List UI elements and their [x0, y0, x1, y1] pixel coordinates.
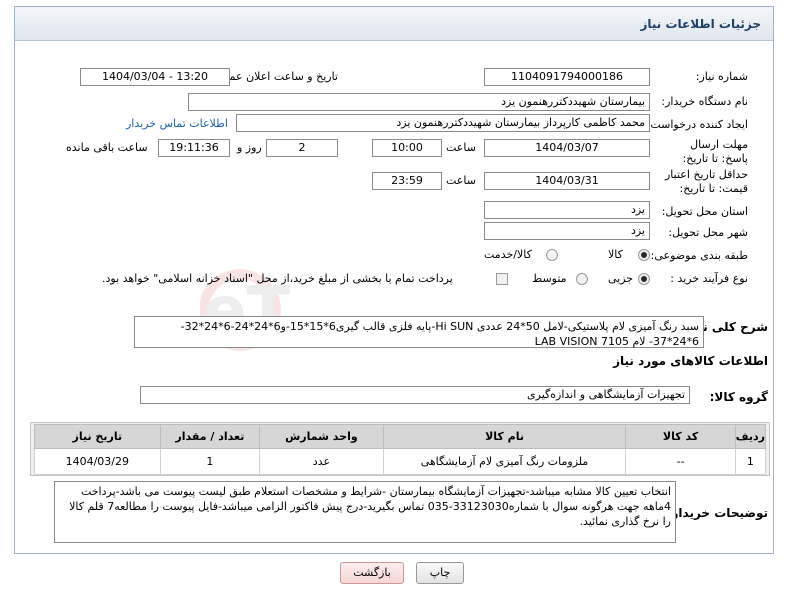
reply-time-field: 10:00: [372, 139, 442, 157]
announce-field: 1404/03/04 - 13:20: [80, 68, 230, 86]
items-table: ردیف کد کالا نام کالا واحد شمارش تعداد /…: [34, 424, 767, 475]
cell-goods-code: --: [625, 448, 736, 475]
reply-deadline-label: مهلت ارسال پاسخ: تا تاریخ:: [682, 138, 748, 165]
province-label: استان محل تحویل:: [661, 205, 748, 218]
cell-need-date: 1404/03/29: [34, 448, 161, 475]
category-option-goods: کالا: [608, 248, 623, 261]
buyer-notes-field: انتخاب تعیین کالا مشابه میباشد-تجهیزات آ…: [54, 481, 676, 543]
cell-goods-name: ملزومات رنگ آمیزی لام آزمایشگاهی: [382, 448, 627, 475]
back-button[interactable]: بازگشت: [340, 562, 404, 584]
goods-info-title: اطلاعات کالاهای مورد نیاز: [613, 354, 768, 368]
process-option-medium: متوسط: [532, 272, 567, 285]
col-unit: واحد شمارش: [259, 424, 384, 449]
table-header-row: ردیف کد کالا نام کالا واحد شمارش تعداد /…: [34, 424, 767, 449]
print-button[interactable]: چاپ: [416, 562, 464, 584]
price-date-field: 1404/03/31: [484, 172, 650, 190]
category-radio-goods[interactable]: [638, 249, 650, 261]
need-number-label: شماره نیاز:: [695, 70, 748, 83]
col-need-date: تاریخ نیاز: [34, 424, 161, 449]
col-row-number: ردیف: [734, 424, 767, 449]
category-radio-goods-service[interactable]: [546, 249, 558, 261]
category-option-goods-service: کالا/خدمت: [484, 248, 532, 261]
city-label: شهر محل تحویل:: [668, 226, 748, 239]
col-goods-name: نام کالا: [382, 424, 627, 449]
days-label: روز و: [237, 141, 262, 154]
reply-date-field: 1404/03/07: [484, 139, 650, 157]
buyer-contact-link[interactable]: اطلاعات تماس خریدار: [126, 117, 228, 130]
price-time-field: 23:59: [372, 172, 442, 190]
process-radio-medium[interactable]: [576, 273, 588, 285]
price-validity-label: حداقل تاریخ اعتبار قیمت: تا تاریخ:: [664, 168, 748, 195]
remaining-time-field: 19:11:36: [158, 139, 230, 157]
buyer-org-label: نام دستگاه خریدار:: [661, 95, 748, 108]
city-field: یزد: [484, 222, 650, 240]
goods-group-field: تجهیزات آزمایشگاهی و اندازه‌گیری: [140, 386, 690, 404]
cell-unit: عدد: [259, 448, 384, 475]
price-time-label: ساعت: [446, 174, 476, 187]
days-remaining-field: 2: [266, 139, 338, 157]
col-goods-code: کد کالا: [625, 424, 736, 449]
category-label: طبقه بندی موضوعی:: [650, 249, 748, 262]
col-quantity: تعداد / مقدار: [159, 424, 261, 449]
reply-time-label: ساعت: [446, 141, 476, 154]
process-option-partial: جزیی: [608, 272, 634, 285]
goods-group-label: گروه کالا:: [709, 390, 768, 404]
need-number-field: 1104091794000186: [484, 68, 650, 86]
treasury-payment-checkbox[interactable]: [496, 273, 508, 285]
general-desc-field: سبد رنگ آمیزی لام پلاستیکی-لامل 50*24 عد…: [134, 316, 704, 348]
page-title: جزئیات اطلاعات نیاز: [640, 17, 761, 31]
process-radio-partial[interactable]: [638, 273, 650, 285]
treasury-payment-note: پرداخت تمام یا بخشی از مبلغ خرید،از محل …: [102, 272, 453, 285]
table-row: 1 -- ملزومات رنگ آمیزی لام آزمایشگاهی عد…: [34, 448, 767, 475]
panel-header: جزئیات اطلاعات نیاز: [15, 7, 773, 41]
buyer-org-field: بیمارستان شهیددکتررهنمون یزد: [188, 93, 650, 111]
buyer-notes-label: توضیحات خریدار:: [666, 506, 768, 520]
remaining-time-label: ساعت باقی مانده: [66, 141, 148, 154]
process-label: نوع فرآیند خرید :: [670, 272, 748, 285]
creator-field: محمد کاظمی کارپرداز بیمارستان شهیددکترره…: [236, 114, 650, 132]
province-field: یزد: [484, 201, 650, 219]
creator-label: ایجاد کننده درخواست:: [646, 118, 748, 131]
cell-quantity: 1: [159, 448, 261, 475]
cell-row-number: 1: [734, 448, 767, 475]
